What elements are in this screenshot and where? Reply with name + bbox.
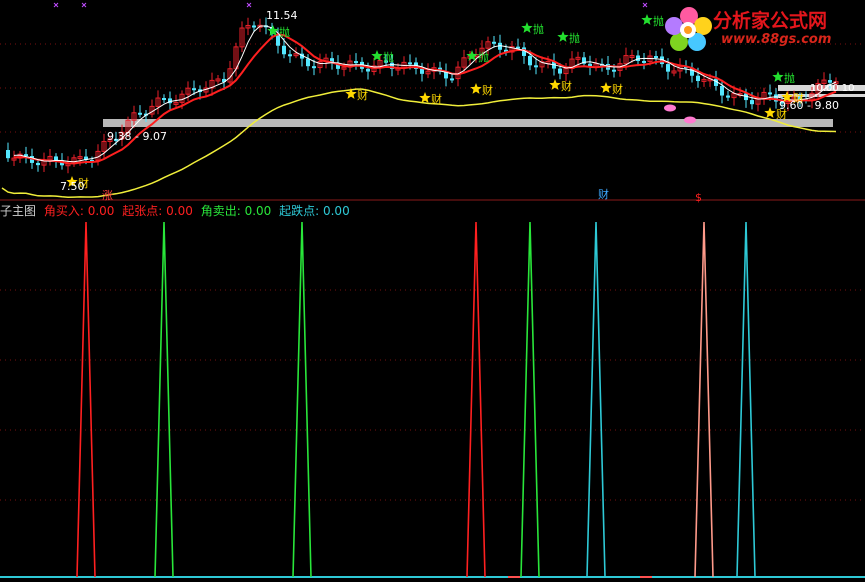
signal-cai-label: 财 — [561, 79, 572, 93]
legend-sell-value: 0.00 — [244, 204, 272, 218]
candle-body-down — [162, 98, 166, 101]
candle-body-down — [138, 112, 142, 115]
star-icon — [764, 107, 776, 118]
candle-body-down — [726, 95, 730, 98]
right-edge-label: 10.00 10 — [810, 83, 855, 94]
signal-pao-label: 抛 — [478, 50, 489, 64]
spike-29e63a — [292, 221, 312, 578]
indicator-spikes — [0, 221, 865, 578]
candle-body-down — [54, 156, 58, 161]
candle-body-down — [192, 88, 196, 91]
legend-fall-label: 起跌点: — [279, 204, 320, 218]
candle-body-down — [720, 85, 724, 96]
star-icon — [600, 82, 612, 93]
spike-29e63a — [154, 221, 174, 578]
candle-body-down — [558, 68, 562, 74]
ma-long-yellow — [1, 88, 837, 198]
candle-body-down — [654, 56, 658, 59]
price-high-label: 11.54 — [266, 9, 298, 22]
signal-cai-label: 财 — [357, 88, 368, 102]
candle-body-down — [36, 162, 40, 166]
legend-fall-value: 0.00 — [322, 204, 350, 218]
flower-marker-icon — [684, 116, 696, 124]
watermark-title: 分析家公式网 — [713, 10, 828, 32]
candle-body-down — [6, 150, 10, 159]
legend-buy-value: 0.00 — [87, 204, 115, 218]
grid-lines — [0, 43, 865, 501]
candle-body-down — [696, 75, 700, 82]
signal-cai-blue-label: 财 — [598, 187, 609, 201]
star-icon — [371, 50, 383, 61]
cross-marker-icon — [642, 2, 648, 8]
legend-sell-label: 角卖出: — [200, 204, 241, 218]
spike-ff2020 — [76, 221, 96, 578]
candle-body-down — [492, 41, 496, 44]
flower-logo-icon — [665, 7, 712, 51]
candle-body-down — [312, 66, 316, 69]
cross-marker-icon — [53, 2, 59, 8]
star-icon — [521, 22, 533, 33]
watermark-url: www.88gs.com — [721, 32, 832, 47]
signal-dollar-label: $ — [695, 191, 702, 204]
signal-pao-label: 抛 — [279, 25, 290, 39]
star-icon — [772, 71, 784, 82]
price-low-label: 7.50 — [60, 180, 85, 193]
support-band — [103, 119, 833, 127]
band-right-label: 9.60 - 9.80 — [779, 99, 839, 112]
signal-cai-label: 财 — [482, 83, 493, 97]
candle-body-down — [666, 64, 670, 72]
candle-body-down — [768, 92, 772, 95]
cross-marker-icon — [81, 2, 87, 8]
candle-body-down — [612, 69, 616, 72]
watermark-logo: 分析家公式网 www.88gs.com — [663, 2, 859, 54]
spike-29e63a — [520, 221, 540, 578]
candle-body-down — [366, 68, 370, 72]
star-icon — [470, 83, 482, 94]
candle-body-down — [354, 61, 358, 64]
candle-body-down — [420, 68, 424, 74]
candle-body-down — [306, 58, 310, 67]
flower-marker-icon — [664, 104, 676, 112]
star-icon — [641, 14, 653, 25]
indicator-name: 子主图 — [0, 204, 37, 218]
signal-pao-label: 抛 — [569, 31, 580, 45]
legend-buy-label: 角买入: — [43, 204, 84, 218]
signal-pao-label: 抛 — [383, 50, 394, 64]
candle-body-down — [750, 100, 754, 105]
legend-rise-value: 0.00 — [166, 204, 193, 218]
candle-body-down — [642, 60, 646, 63]
signal-zhang-label: 涨 — [102, 189, 113, 202]
indicator-legend: 子主图 角买入: 0.00 起张点: 0.00 角卖出: 0.00 起跌点: 0… — [0, 203, 354, 219]
spike-ff2020 — [466, 221, 486, 578]
signal-cai-label: 财 — [431, 92, 442, 106]
candle-body-down — [282, 45, 286, 55]
cross-marker-icon — [246, 2, 252, 8]
candle-body-down — [252, 25, 256, 28]
chart-canvas: 财财财财财财财财抛抛 抛抛抛抛抛涨财 $ 11.549.38 - 9.077.509… — [0, 2, 865, 578]
candle-body-down — [534, 65, 538, 68]
spike-2ec9d6 — [586, 221, 606, 578]
signal-pao-label: 抛 — [784, 71, 795, 85]
candle-body-down — [288, 54, 292, 57]
star-icon — [557, 31, 569, 42]
candle-body-down — [408, 62, 412, 65]
spike-ff9a8a — [694, 221, 714, 578]
candle-body-down — [636, 55, 640, 61]
legend-rise-label: 起张点: — [122, 204, 163, 218]
candle-body-down — [450, 78, 454, 81]
signal-pao-label: 抛 — [533, 22, 544, 36]
signal-cai-label: 财 — [612, 82, 623, 96]
band-left-label: 9.38 - 9.07 — [107, 130, 167, 143]
spike-2ec9d6 — [736, 221, 756, 578]
star-icon — [419, 92, 431, 103]
candle-body-down — [528, 55, 532, 66]
